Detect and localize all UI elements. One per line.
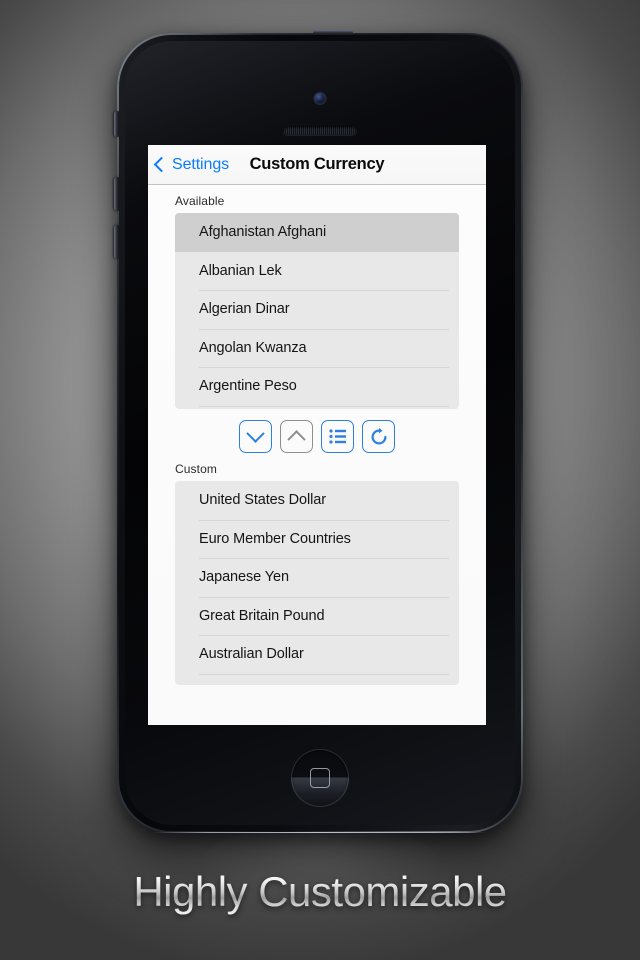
available-currency-list[interactable]: Afghanistan Afghani Albanian Lek Algeria… xyxy=(175,213,459,409)
screenshot-backdrop: Settings Custom Currency Available Afgha… xyxy=(0,0,640,960)
home-button[interactable] xyxy=(291,749,349,807)
phone-screen: Settings Custom Currency Available Afgha… xyxy=(148,145,486,725)
list-item[interactable]: Afghanistan Afghani xyxy=(175,213,459,252)
power-button[interactable] xyxy=(313,30,353,35)
reorder-button[interactable] xyxy=(321,420,354,453)
list-item[interactable]: United States Dollar xyxy=(175,481,459,520)
chevron-left-icon xyxy=(153,156,170,173)
list-item[interactable]: Australian Dollar xyxy=(175,635,459,674)
navigation-bar: Settings Custom Currency xyxy=(148,145,486,185)
volume-up-button[interactable] xyxy=(114,177,119,211)
bezel-highlight xyxy=(153,832,487,833)
front-camera-icon xyxy=(314,93,326,104)
back-button[interactable]: Settings xyxy=(153,155,230,174)
volume-down-button[interactable] xyxy=(114,225,119,259)
list-item[interactable]: Algerian Dinar xyxy=(175,290,459,329)
chevron-up-icon xyxy=(287,430,306,449)
list-item[interactable]: Angolan Kwanza xyxy=(175,328,459,368)
move-up-button[interactable] xyxy=(280,420,313,453)
list-icon xyxy=(329,429,346,444)
home-square-icon xyxy=(310,768,330,788)
list-item[interactable]: Japanese Yen xyxy=(175,558,459,597)
list-item[interactable]: Great Britain Pound xyxy=(175,596,459,636)
custom-currency-list[interactable]: United States Dollar Euro Member Countri… xyxy=(175,481,459,685)
list-separator xyxy=(199,405,459,407)
back-button-label: Settings xyxy=(172,155,230,173)
list-toolbar xyxy=(148,409,486,453)
chevron-down-icon xyxy=(246,424,265,443)
earpiece-speaker-icon xyxy=(283,126,357,135)
silent-switch[interactable] xyxy=(114,111,119,137)
list-separator xyxy=(199,673,459,675)
list-item[interactable]: Albanian Lek xyxy=(175,252,459,291)
refresh-icon xyxy=(371,427,386,444)
marketing-caption: Highly Customizable xyxy=(0,868,640,916)
available-section-label: Available xyxy=(175,194,225,208)
screen-content: Available Afghanistan Afghani Albanian L… xyxy=(148,185,486,725)
custom-section-label: Custom xyxy=(175,462,217,476)
move-down-button[interactable] xyxy=(239,420,272,453)
reset-button[interactable] xyxy=(362,420,395,453)
list-item[interactable]: Argentine Peso xyxy=(175,367,459,406)
list-item[interactable]: Euro Member Countries xyxy=(175,519,459,559)
